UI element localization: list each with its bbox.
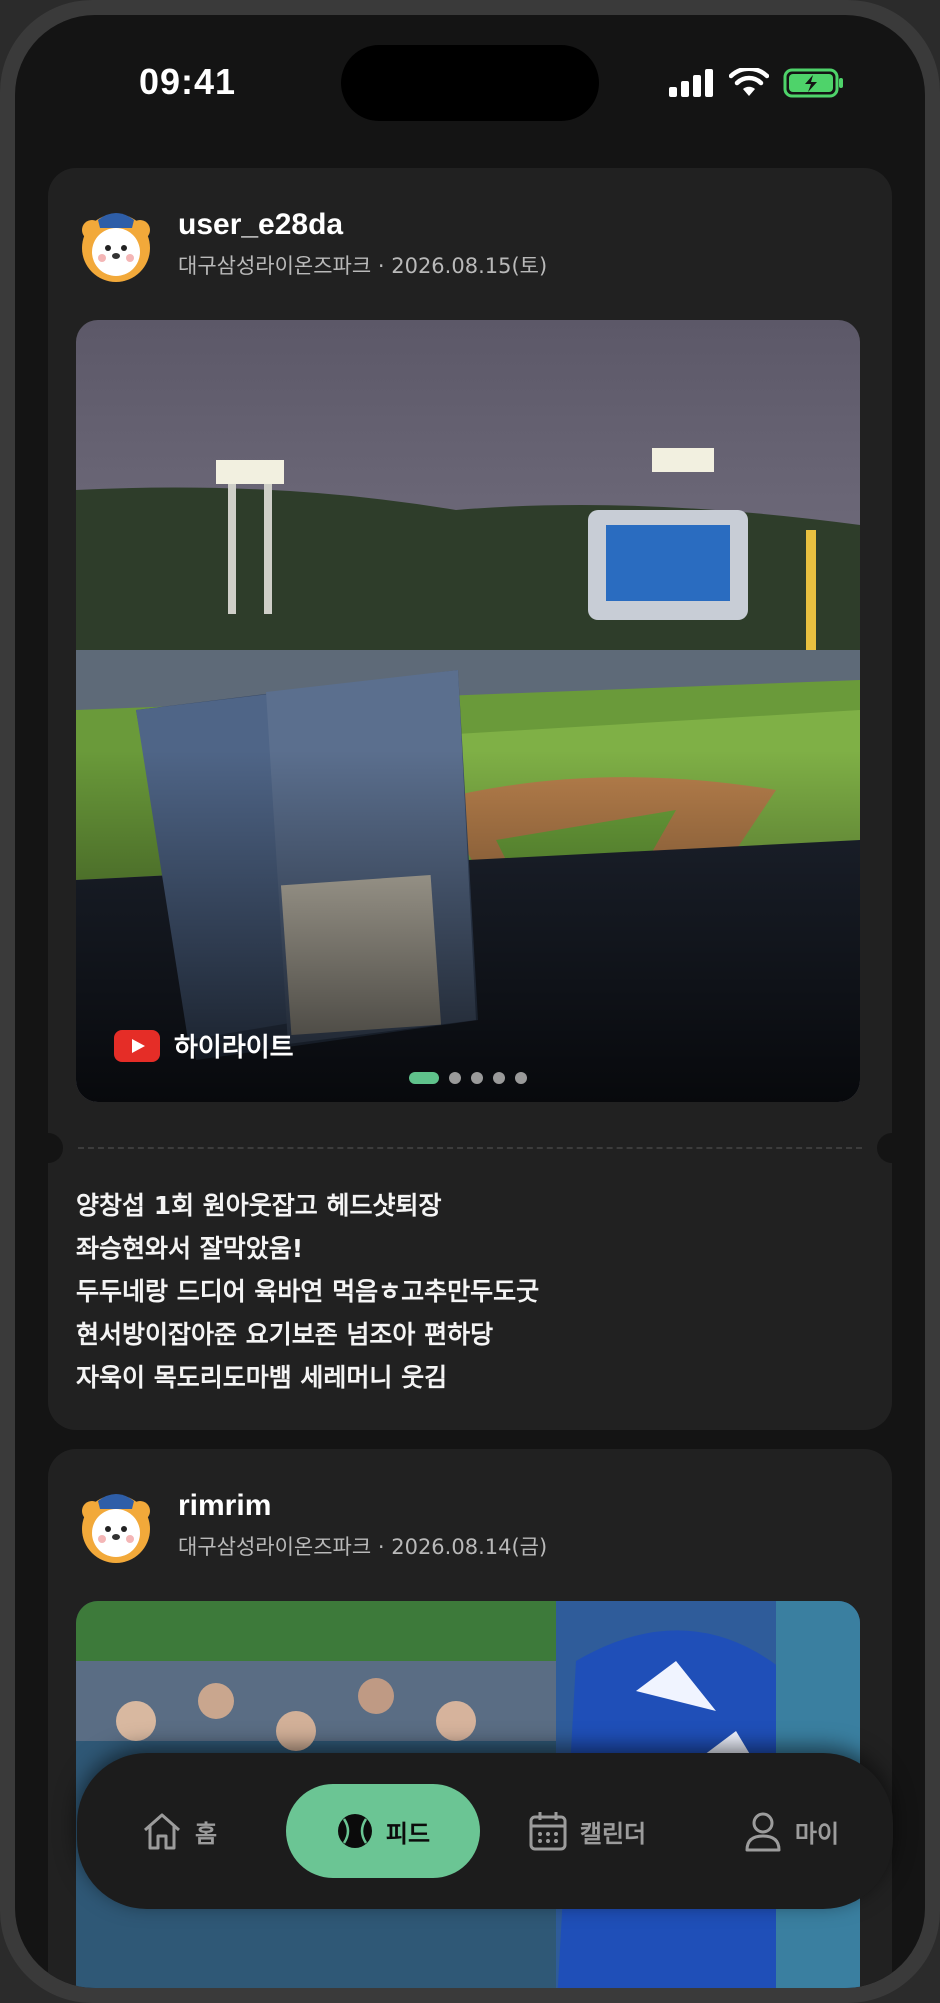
carousel-dot[interactable] xyxy=(515,1072,527,1084)
status-time: 09:41 xyxy=(139,61,237,102)
username[interactable]: rimrim xyxy=(178,1489,547,1523)
card-notch-left xyxy=(48,1133,63,1163)
nav-calendar[interactable]: 캘린더 xyxy=(528,1810,646,1852)
carousel-dot[interactable] xyxy=(409,1072,439,1084)
nav-my-label: 마이 xyxy=(794,1819,840,1848)
card-notch-right xyxy=(877,1133,892,1163)
post-text-line: 두두네랑 드디어 육바연 먹음ㅎ고추만두도굿 xyxy=(76,1277,540,1306)
post-text-line: 자욱이 목도리도마뱀 세레머니 웃김 xyxy=(76,1363,448,1392)
nav-home[interactable]: 홈 xyxy=(141,1810,217,1852)
battery-icon xyxy=(783,68,843,98)
nav-feed[interactable]: 피드 xyxy=(286,1784,480,1878)
nav-my[interactable]: 마이 xyxy=(743,1810,839,1852)
carousel-dot[interactable] xyxy=(471,1072,483,1084)
post-card[interactable]: user_e28da 대구삼성라이온즈파크 · 2026.08.15(토) 하이… xyxy=(48,168,892,1430)
screen: 09:41 user_e28da 대구삼성라이온즈파크 · 2026.08.15… xyxy=(15,15,925,1988)
wifi-icon xyxy=(729,68,769,96)
carousel-dot[interactable] xyxy=(493,1072,505,1084)
post-text-line: 양창섭 1회 원아웃잡고 헤드샷퇴장 xyxy=(76,1191,442,1220)
home-icon xyxy=(143,1813,180,1850)
post-text-line: 좌승현와서 잘막았움! xyxy=(76,1234,304,1263)
nav-feed-label: 피드 xyxy=(385,1819,431,1848)
post-photo[interactable]: 하이라이트 xyxy=(76,320,860,1102)
carousel-indicator[interactable] xyxy=(409,1072,527,1084)
nav-home-label: 홈 xyxy=(194,1819,218,1848)
highlight-label: 하이라이트 xyxy=(174,1033,294,1063)
stadium-photo xyxy=(76,320,860,1102)
post-meta: 대구삼성라이온즈파크 · 2026.08.15(토) xyxy=(178,254,548,278)
post-meta: 대구삼성라이온즈파크 · 2026.08.14(금) xyxy=(178,1535,548,1559)
nav-calendar-label: 캘린더 xyxy=(579,1819,647,1848)
highlight-badge[interactable]: 하이라이트 xyxy=(114,1027,294,1064)
post-header: rimrim 대구삼성라이온즈파크 · 2026.08.14(금) xyxy=(76,1485,547,1565)
carousel-dot[interactable] xyxy=(449,1072,461,1084)
youtube-icon xyxy=(114,1029,160,1062)
avatar[interactable] xyxy=(76,1485,156,1565)
signal-icon xyxy=(669,69,713,97)
status-icons xyxy=(669,67,845,99)
bottom-nav: 홈 피드 캘린더 마이 xyxy=(77,1753,893,1909)
dynamic-island xyxy=(341,45,599,121)
phone-frame: 09:41 user_e28da 대구삼성라이온즈파크 · 2026.08.15… xyxy=(0,0,940,2003)
post-text-line: 현서방이잡아준 요기보존 넘조아 편하당 xyxy=(76,1320,494,1349)
post-header: user_e28da 대구삼성라이온즈파크 · 2026.08.15(토) xyxy=(76,204,547,284)
person-icon xyxy=(745,1812,781,1852)
baseball-icon xyxy=(337,1814,372,1848)
dashed-divider xyxy=(78,1147,862,1149)
avatar[interactable] xyxy=(76,204,156,284)
post-text: 양창섭 1회 원아웃잡고 헤드샷퇴장 좌승현와서 잘막았움! 두두네랑 드디어 … xyxy=(76,1184,539,1399)
calendar-icon xyxy=(529,1812,567,1851)
username[interactable]: user_e28da xyxy=(178,208,547,242)
